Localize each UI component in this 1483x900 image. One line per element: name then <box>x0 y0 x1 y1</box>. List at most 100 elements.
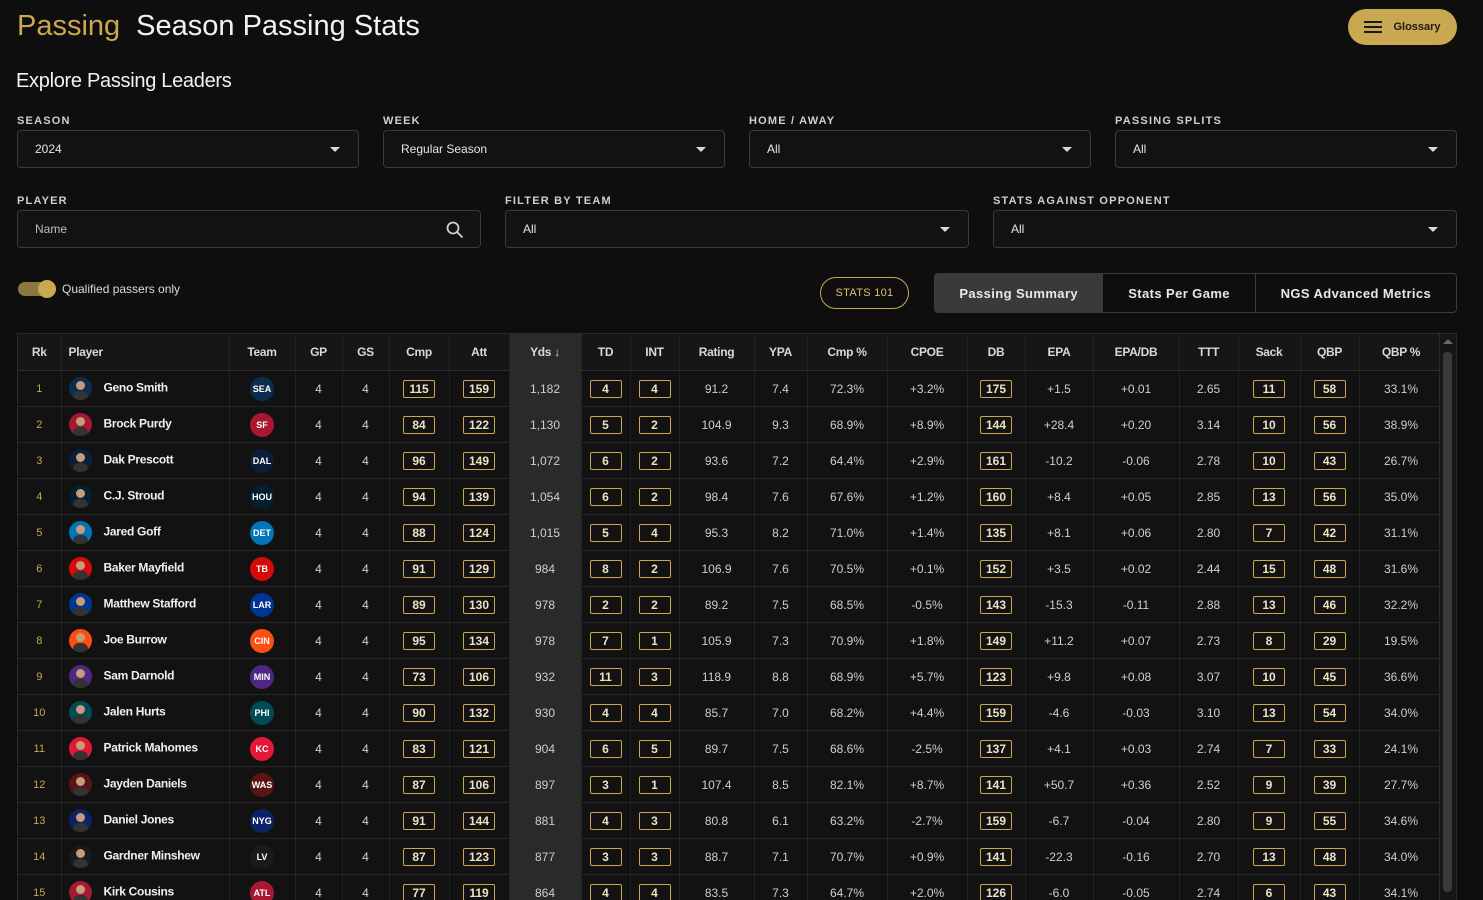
table-scrollbar[interactable] <box>1439 334 1456 900</box>
cell-att-value: 130 <box>463 595 495 614</box>
player-name[interactable]: Joe Burrow <box>104 633 167 647</box>
tab-ngs-advanced-metrics[interactable]: NGS Advanced Metrics <box>1256 274 1456 312</box>
cell-int: 2 <box>630 406 680 443</box>
player-avatar <box>68 881 92 900</box>
player-name[interactable]: Sam Darnold <box>104 669 175 683</box>
stats-101-button[interactable]: STATS 101 <box>820 277 909 309</box>
cell-ypa: 7.1 <box>754 838 808 875</box>
cell-player[interactable]: Matthew Stafford <box>61 586 230 623</box>
cell-player[interactable]: Patrick Mahomes <box>61 730 230 767</box>
table-row[interactable]: 4 C.J. Stroud HOU 4 4 94 139 1,054 6 2 98.4 7.6 67.6… <box>18 478 1444 515</box>
table-row[interactable]: 13 Daniel Jones NYG 4 4 91 144 881 4 3 80.8 6.1 63.2… <box>18 802 1444 839</box>
season-select[interactable]: 2024 <box>17 130 359 168</box>
week-select[interactable]: Regular Season <box>383 130 725 168</box>
cell-epa: +28.4 <box>1025 406 1094 443</box>
column-header-sack[interactable]: Sack <box>1238 334 1301 371</box>
player-name[interactable]: Baker Mayfield <box>104 561 185 575</box>
cell-player[interactable]: Geno Smith <box>61 370 230 407</box>
column-header-td[interactable]: TD <box>581 334 631 371</box>
cell-epa: -10.2 <box>1025 442 1094 479</box>
scroll-up-icon[interactable] <box>1443 339 1453 344</box>
qualified-passers-toggle[interactable] <box>18 280 58 298</box>
player-avatar <box>68 485 92 508</box>
player-name[interactable]: Jared Goff <box>104 525 161 539</box>
table-row[interactable]: 6 Baker Mayfield TB 4 4 91 129 984 8 2 106.9 7.6 70.… <box>18 550 1444 587</box>
column-header-qbp[interactable]: QBP <box>1300 334 1360 371</box>
cell-player[interactable]: Brock Purdy <box>61 406 230 443</box>
table-row[interactable]: 12 Jayden Daniels WAS 4 4 87 106 897 3 1 107.4 8.5 8… <box>18 766 1444 803</box>
player-name[interactable]: C.J. Stroud <box>104 489 165 503</box>
player-name[interactable]: Brock Purdy <box>104 417 172 431</box>
player-name[interactable]: Kirk Cousins <box>104 885 175 899</box>
column-header-rk[interactable]: Rk <box>18 334 62 371</box>
cell-player[interactable]: Jalen Hurts <box>61 694 230 731</box>
qualified-passers-label: Qualified passers only <box>62 282 181 296</box>
home-away-select[interactable]: All <box>749 130 1091 168</box>
column-header-cmp[interactable]: Cmp <box>389 334 450 371</box>
cell-rating: 80.8 <box>679 802 755 839</box>
cell-player[interactable]: Joe Burrow <box>61 622 230 659</box>
player-name[interactable]: Daniel Jones <box>104 813 175 827</box>
table-row[interactable]: 10 Jalen Hurts PHI 4 4 90 132 930 4 4 85.7 7.0 68.2%… <box>18 694 1444 731</box>
table-row[interactable]: 8 Joe Burrow CIN 4 4 95 134 978 7 1 105.9 7.3 70.9% +… <box>18 622 1444 659</box>
table-row[interactable]: 2 Brock Purdy SF 4 4 84 122 1,130 5 2 104.9 9.3 68.9… <box>18 406 1444 443</box>
column-header-epa-db[interactable]: EPA/DB <box>1093 334 1180 371</box>
cell-player[interactable]: C.J. Stroud <box>61 478 230 515</box>
column-header-team[interactable]: Team <box>229 334 296 371</box>
table-row[interactable]: 15 Kirk Cousins ATL 4 4 77 119 864 4 4 83.5 7.3 64.7… <box>18 874 1444 900</box>
column-header-gs[interactable]: GS <box>342 334 390 371</box>
cell-player[interactable]: Baker Mayfield <box>61 550 230 587</box>
passing-splits-select[interactable]: All <box>1115 130 1457 168</box>
cell-player[interactable]: Kirk Cousins <box>61 874 230 900</box>
table-row[interactable]: 1 Geno Smith SEA 4 4 115 159 1,182 4 4 91.2 7.4 72.3… <box>18 370 1444 407</box>
cell-td: 5 <box>581 514 631 551</box>
glossary-button[interactable]: Glossary <box>1348 9 1457 45</box>
table-row[interactable]: 3 Dak Prescott DAL 4 4 96 149 1,072 6 2 93.6 7.2 64.… <box>18 442 1444 479</box>
cell-player[interactable]: Gardner Minshew <box>61 838 230 875</box>
player-name[interactable]: Patrick Mahomes <box>104 741 199 755</box>
tab-stats-per-game[interactable]: Stats Per Game <box>1103 274 1256 312</box>
cell-player[interactable]: Jared Goff <box>61 514 230 551</box>
column-header-int[interactable]: INT <box>630 334 680 371</box>
column-header-cmp-pct[interactable]: Cmp % <box>807 334 888 371</box>
player-name[interactable]: Jayden Daniels <box>104 777 187 791</box>
cell-player[interactable]: Jayden Daniels <box>61 766 230 803</box>
column-header-db[interactable]: DB <box>967 334 1026 371</box>
column-header-ypa[interactable]: YPA <box>754 334 808 371</box>
cell-epa: -6.0 <box>1025 874 1094 900</box>
tab-passing-summary[interactable]: Passing Summary <box>935 274 1104 312</box>
column-header-cpoe[interactable]: CPOE <box>887 334 968 371</box>
team-filter-select[interactable]: All <box>505 210 969 248</box>
cell-db-value: 144 <box>980 415 1012 434</box>
table-row[interactable]: 9 Sam Darnold MIN 4 4 73 106 932 11 3 118.9 8.8 68.9… <box>18 658 1444 695</box>
opponent-filter-value: All <box>1011 222 1025 236</box>
column-header-rating[interactable]: Rating <box>679 334 755 371</box>
player-name[interactable]: Dak Prescott <box>104 453 174 467</box>
player-search-input[interactable]: Name <box>17 210 481 248</box>
player-name[interactable]: Gardner Minshew <box>104 849 201 863</box>
column-header-qbp-pct[interactable]: QBP % <box>1359 334 1444 371</box>
column-header-yds[interactable]: Yds ↓ <box>509 334 582 371</box>
table-row[interactable]: 5 Jared Goff DET 4 4 88 124 1,015 5 4 95.3 8.2 71.0%… <box>18 514 1444 551</box>
player-name[interactable]: Jalen Hurts <box>104 705 166 719</box>
opponent-filter-select[interactable]: All <box>993 210 1457 248</box>
column-header-epa[interactable]: EPA <box>1025 334 1094 371</box>
column-header-ttt[interactable]: TTT <box>1179 334 1239 371</box>
scrollbar-thumb[interactable] <box>1443 352 1452 892</box>
cell-player[interactable]: Daniel Jones <box>61 802 230 839</box>
cell-player[interactable]: Dak Prescott <box>61 442 230 479</box>
cell-qbp: 42 <box>1300 514 1360 551</box>
column-header-gp[interactable]: GP <box>295 334 343 371</box>
cell-qbp-pct: 24.1% <box>1359 730 1444 767</box>
table-row[interactable]: 11 Patrick Mahomes KC 4 4 83 121 904 6 5 89.7 7.5 68… <box>18 730 1444 767</box>
table-row[interactable]: 14 Gardner Minshew LV 4 4 87 123 877 3 3 88.7 7.1 70… <box>18 838 1444 875</box>
column-header-player[interactable]: Player <box>61 334 230 371</box>
player-name[interactable]: Matthew Stafford <box>104 597 197 611</box>
home-away-value: All <box>767 142 781 156</box>
table-row[interactable]: 7 Matthew Stafford LAR 4 4 89 130 978 2 2 89.2 7.5 6… <box>18 586 1444 623</box>
column-header-att[interactable]: Att <box>449 334 510 371</box>
cell-yds: 1,072 <box>509 442 582 479</box>
cell-player[interactable]: Sam Darnold <box>61 658 230 695</box>
player-name[interactable]: Geno Smith <box>104 381 169 395</box>
search-icon[interactable] <box>446 221 464 239</box>
